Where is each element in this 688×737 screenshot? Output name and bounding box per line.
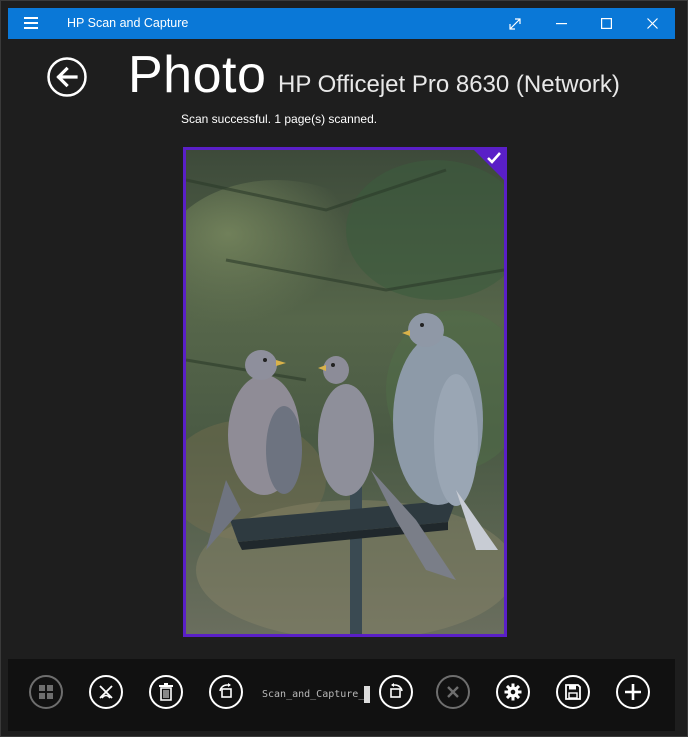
device-name: HP Officejet Pro 8630 (Network) (278, 71, 620, 98)
checkmark-icon (487, 152, 501, 164)
rotate-left-button[interactable] (209, 675, 243, 709)
bottom-app-bar: Scan_and_Capture_1 (8, 659, 675, 731)
rotate-right-icon (390, 683, 403, 698)
scan-status: Scan successful. 1 page(s) scanned. (181, 112, 378, 126)
scanned-photo-image (186, 150, 504, 634)
crop-icon (99, 685, 113, 699)
floppy-disk-icon (565, 684, 581, 700)
title-bar: HP Scan and Capture (8, 8, 675, 39)
cancel-button[interactable] (436, 675, 470, 709)
thumbnails-button[interactable] (29, 675, 63, 709)
save-button[interactable] (556, 675, 590, 709)
crop-button[interactable] (89, 675, 123, 709)
add-scan-button[interactable] (616, 675, 650, 709)
gear-icon (504, 683, 522, 701)
maximize-button[interactable] (583, 8, 629, 39)
hamburger-menu-icon[interactable] (24, 17, 38, 29)
minimize-icon (555, 22, 567, 24)
close-button[interactable] (629, 8, 675, 39)
rotate-left-icon (219, 683, 232, 698)
app-window: HP Scan and Capture Photo HP Officejet P… (0, 0, 688, 737)
rotate-right-button[interactable] (379, 675, 413, 709)
text-cursor (364, 686, 370, 703)
plus-icon (625, 684, 641, 700)
grid-icon (39, 685, 53, 699)
main-content: Photo HP Officejet Pro 8630 (Network) Sc… (8, 39, 675, 659)
close-icon (646, 18, 658, 29)
page-title: Photo (128, 46, 267, 104)
expand-icon (509, 17, 521, 30)
scanned-page-thumbnail[interactable] (183, 147, 507, 637)
cancel-icon (447, 686, 459, 698)
back-button[interactable] (47, 57, 87, 97)
minimize-button[interactable] (538, 8, 584, 39)
trash-icon (159, 683, 173, 701)
settings-button[interactable] (496, 675, 530, 709)
delete-button[interactable] (149, 675, 183, 709)
back-arrow-icon (47, 57, 87, 97)
window-title: HP Scan and Capture (67, 16, 189, 30)
maximize-icon (600, 18, 612, 29)
fullscreen-button[interactable] (492, 8, 538, 39)
filename-field[interactable]: Scan_and_Capture_1 (262, 689, 370, 700)
